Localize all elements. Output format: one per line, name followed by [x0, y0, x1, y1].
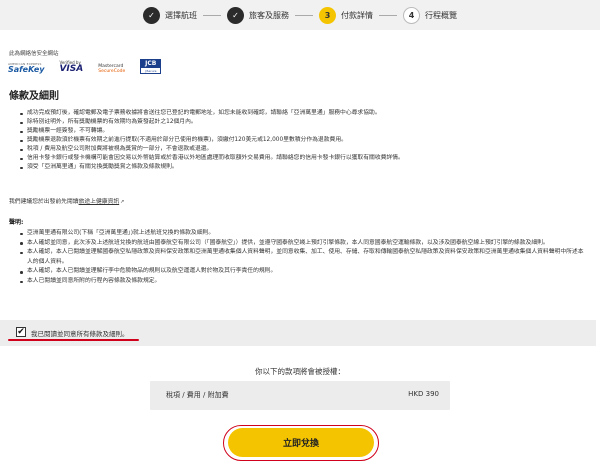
- step-label: 付款詳情: [341, 10, 373, 20]
- jcb-jsecure-logo: JCB J/Secure: [140, 59, 162, 74]
- list-item: 須受「亞洲萬里通」有關兌換獎勵獎賞之條款及條款規則。: [20, 163, 580, 172]
- step-connector: [203, 14, 221, 16]
- step-payment-details: 3 付款詳情: [319, 6, 373, 24]
- step-label: 旅客及服務: [249, 10, 289, 20]
- health-info-link[interactable]: 旅途上健康資訊: [79, 199, 120, 205]
- list-item: 信用卡發卡銀行或發卡機構可能會因交易以外幣結算或於香港以外地區處理而收取額外交易…: [20, 154, 580, 163]
- terms-list: 成功完成預訂後，確認電郵及電子票務收據將會送往您已登記的電郵地址，如您未能收到確…: [20, 109, 580, 172]
- secure-site-title: 此為網絡信安全網站: [9, 51, 59, 57]
- list-item: 本人確認，本人已閱讀並理解國泰航空私隱政策及資料保安政策和亞洲萬里通收集個人資料…: [20, 248, 585, 267]
- list-item: 本人已閱讀並同意所附的行程內容條款及條款規定。: [20, 277, 585, 287]
- step-connector: [379, 14, 397, 16]
- agree-checkbox[interactable]: ✔: [16, 327, 26, 337]
- step-number: 3: [319, 6, 336, 24]
- list-item: 獎勵機票一經簽發，不可轉讓。: [20, 127, 580, 136]
- progress-stepper: ✓ 選擇航班 ✓ 旅客及服務 3 付款詳情 4 行程概覽: [0, 0, 600, 30]
- step-label: 選擇航班: [165, 10, 197, 20]
- amount-label: 稅項 / 費用 / 附加費: [166, 391, 229, 399]
- step-number: 4: [403, 6, 420, 24]
- external-link-icon: ↗: [120, 199, 125, 205]
- health-advice: 我們建議您於出發前先閱讀旅途上健康資訊↗: [9, 199, 125, 205]
- amount-title: 你以下的款項將會被授權：: [255, 367, 345, 376]
- step-itinerary-overview: 4 行程概覽: [403, 6, 457, 24]
- secure-payment-logos: AMERICAN EXPRESS SafeKey Verified by VIS…: [8, 59, 176, 74]
- step-select-flight: ✓ 選擇航班: [143, 6, 197, 24]
- step-passengers-services: ✓ 旅客及服務: [227, 6, 289, 24]
- declaration-list: 亞洲萬里通有限公司(下稱「亞洲萬里通」)就上述航班兌換的條款及細則。 本人確認並…: [20, 229, 585, 287]
- check-icon: ✓: [227, 6, 244, 24]
- declaration-title: 聲明:: [9, 219, 24, 226]
- list-item: 成功完成預訂後，確認電郵及電子票務收據將會送往您已登記的電郵地址，如您未能收到確…: [20, 109, 580, 118]
- mastercard-securecode-logo: Mastercard SecureCode: [98, 64, 126, 74]
- list-item: 本人確認，本人已閱讀並理解行李中危險物品的規則以及航空運運人對於物及其行李責任的…: [20, 267, 585, 277]
- list-item: 稅項 / 費用及航空公司附加費將被視為獎賞的一部分，不會退款或退還。: [20, 145, 580, 154]
- check-icon: ✓: [143, 6, 160, 24]
- agree-label[interactable]: 我已閱讀並同意所有條款及細則。: [31, 328, 129, 338]
- list-item: 獎勵機票退款須於機票有效期之前進行提取(不適用於部分已使用的機票)，須繳付120…: [20, 136, 580, 145]
- list-item: 亞洲萬里通有限公司(下稱「亞洲萬里通」)就上述航班兌換的條款及細則。: [20, 229, 585, 239]
- amex-safekey-logo: AMERICAN EXPRESS SafeKey: [8, 62, 45, 74]
- step-label: 行程概覽: [425, 10, 457, 20]
- list-item: 本人確認並同意，此次涉及上述航班兌換的航班由國泰航空有限公司（「國泰航空」）提供…: [20, 239, 585, 249]
- verified-by-visa-logo: Verified by VISA: [59, 60, 84, 74]
- redeem-now-button[interactable]: 立即兌換: [228, 428, 374, 457]
- amount-value: HKD 390: [408, 390, 439, 398]
- step-connector: [295, 14, 313, 16]
- highlight-underline: [8, 339, 139, 341]
- terms-title: 條款及細則: [9, 91, 59, 102]
- list-item: 除特別註明外，所有獎勵機票的有效期均為簽發起計之12個月內。: [20, 118, 580, 127]
